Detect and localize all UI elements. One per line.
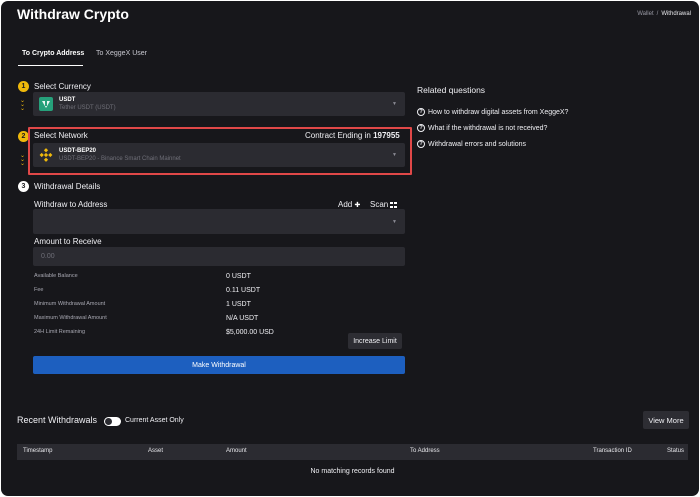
- network-select[interactable]: USDT-BEP20 USDT-BEP20 - Binance Smart Ch…: [33, 143, 405, 167]
- contract-ending-label: Contract Ending in: [305, 131, 371, 140]
- related-question-text: What if the withdrawal is not received?: [428, 124, 548, 132]
- chevron-down-icon: ▼: [392, 152, 397, 158]
- min-withdrawal-value: 1 USDT: [226, 301, 251, 308]
- available-balance-label: Available Balance: [34, 273, 78, 279]
- currency-full-name: Tether USDT (USDT): [59, 105, 116, 111]
- related-question-link[interactable]: ? Withdrawal errors and solutions: [417, 140, 526, 148]
- limit-remaining-value: $5,000.00 USD: [226, 329, 274, 336]
- amount-placeholder: 0.00: [41, 253, 55, 260]
- max-withdrawal-label: Maximum Withdrawal Amount: [34, 315, 107, 321]
- question-icon: ?: [417, 124, 425, 132]
- column-header-asset[interactable]: Asset: [148, 448, 163, 454]
- fee-value: 0.11 USDT: [226, 287, 261, 294]
- recent-withdrawals-title: Recent Withdrawals: [17, 415, 98, 425]
- current-asset-toggle[interactable]: [104, 417, 121, 426]
- increase-limit-button[interactable]: Increase Limit: [348, 333, 402, 349]
- empty-table-message: No matching records found: [310, 468, 395, 475]
- current-asset-label: Current Asset Only: [125, 417, 184, 424]
- related-question-link[interactable]: ? What if the withdrawal is not received…: [417, 124, 547, 132]
- chevron-down-icon: ▼: [392, 219, 397, 225]
- related-question-link[interactable]: ? How to withdraw digital assets from Xe…: [417, 108, 568, 116]
- step-connector-chevrons: ⌄ ⌄ ⌄: [20, 98, 26, 112]
- withdraw-address-label: Withdraw to Address: [34, 200, 108, 209]
- network-full-name: USDT-BEP20 - Binance Smart Chain Mainnet: [59, 156, 181, 162]
- chevron-down-icon: ▼: [392, 101, 397, 107]
- tab-xeggex-user[interactable]: To XeggeX User: [96, 50, 147, 57]
- make-withdrawal-button[interactable]: Make Withdrawal: [33, 356, 405, 374]
- column-header-to-address[interactable]: To Address: [410, 448, 440, 454]
- max-withdrawal-value: N/A USDT: [226, 315, 259, 322]
- withdrawal-details-label: Withdrawal Details: [34, 182, 101, 191]
- contract-ending-value: 197955: [373, 131, 400, 140]
- scan-button[interactable]: Scan: [370, 200, 398, 209]
- column-header-transaction-id[interactable]: Transaction ID: [593, 448, 632, 454]
- step-connector-chevrons-2: ⌄ ⌄ ⌄: [20, 153, 26, 167]
- toggle-knob: [105, 418, 112, 425]
- breadcrumb-separator: /: [656, 11, 659, 17]
- plus-icon: ✚: [354, 202, 361, 209]
- currency-select[interactable]: USDT Tether USDT (USDT) ▼: [33, 92, 405, 116]
- add-label: Add: [338, 200, 353, 209]
- active-tab-indicator: [18, 65, 83, 66]
- contract-ending: Contract Ending in 197955: [305, 131, 400, 140]
- question-icon: ?: [417, 140, 425, 148]
- fee-label: Fee: [34, 287, 44, 293]
- step-1-badge: 1: [18, 81, 29, 92]
- available-balance-value: 0 USDT: [226, 273, 251, 280]
- withdraw-page: Withdraw Crypto Wallet / Withdrawal To Cry…: [1, 1, 699, 496]
- tab-crypto-address[interactable]: To Crypto Address: [22, 50, 84, 57]
- column-header-amount[interactable]: Amount: [226, 448, 247, 454]
- select-network-label: Select Network: [34, 131, 88, 140]
- column-header-status[interactable]: Status: [667, 448, 684, 454]
- network-symbol: USDT-BEP20: [59, 148, 97, 154]
- scan-label: Scan: [370, 200, 389, 209]
- address-input[interactable]: ▼: [33, 209, 405, 234]
- breadcrumb: Wallet / Withdrawal: [637, 11, 691, 17]
- add-address-button[interactable]: Add ✚: [338, 200, 360, 209]
- tether-icon: [39, 97, 53, 111]
- view-more-button[interactable]: View More: [643, 411, 689, 429]
- limit-remaining-label: 24H Limit Remaining: [34, 329, 86, 335]
- select-currency-label: Select Currency: [34, 82, 91, 91]
- related-question-text: Withdrawal errors and solutions: [428, 140, 527, 148]
- withdrawals-table-header: Timestamp Asset Amount To Address Transa…: [17, 444, 688, 460]
- breadcrumb-current: Withdrawal: [661, 11, 691, 17]
- qr-scan-icon: [390, 202, 398, 208]
- page-title: Withdraw Crypto: [17, 6, 129, 22]
- step-3-badge: 3: [18, 181, 29, 192]
- breadcrumb-wallet-link[interactable]: Wallet: [637, 11, 653, 17]
- min-withdrawal-label: Minimum Withdrawal Amount: [34, 301, 106, 307]
- question-icon: ?: [417, 108, 425, 116]
- related-question-text: How to withdraw digital assets from Xegg…: [428, 108, 569, 116]
- related-questions-title: Related questions: [417, 85, 486, 95]
- currency-symbol: USDT: [59, 97, 76, 103]
- bnb-icon: [39, 148, 53, 162]
- amount-input[interactable]: 0.00: [33, 247, 405, 266]
- amount-label: Amount to Receive: [34, 237, 102, 246]
- column-header-timestamp[interactable]: Timestamp: [23, 448, 52, 454]
